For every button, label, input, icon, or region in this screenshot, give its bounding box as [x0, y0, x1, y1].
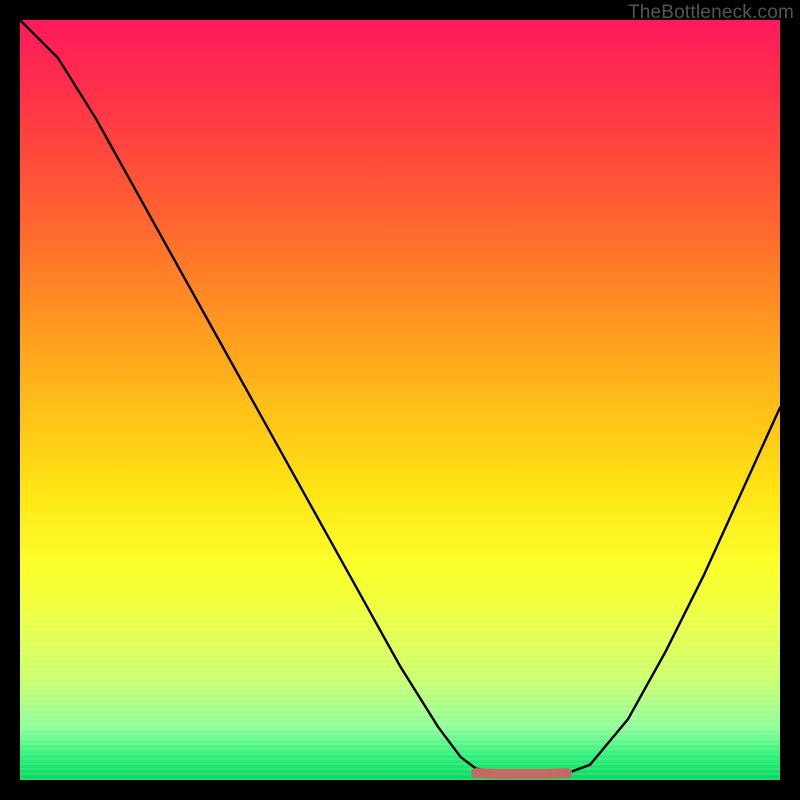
plot-area	[20, 20, 780, 780]
chart-canvas: TheBottleneck.com	[0, 0, 800, 800]
watermark-text: TheBottleneck.com	[628, 2, 794, 24]
curve-layer	[20, 20, 780, 780]
optimal-zone-marker	[476, 773, 567, 774]
bottleneck-curve	[20, 20, 780, 774]
